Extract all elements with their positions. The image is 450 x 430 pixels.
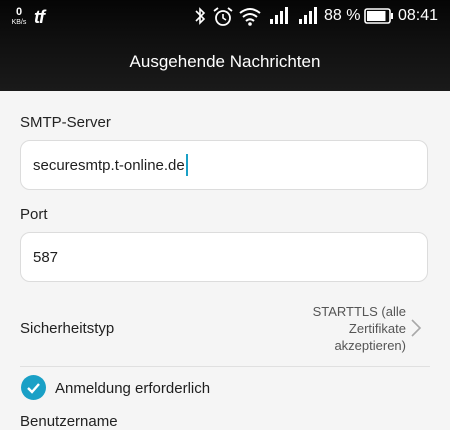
port-value: 587: [33, 249, 59, 266]
security-type-value: STARTTLS (alle Zertifikate akzeptieren): [312, 304, 406, 353]
battery-icon: [364, 8, 394, 29]
status-bar: 0 KB/s tf 88 % 08:41: [0, 0, 450, 34]
signal-icon: [268, 6, 290, 31]
clock: 08:41: [398, 7, 439, 24]
smtp-server-input[interactable]: securesmtp.t-online.de: [20, 140, 428, 190]
battery-level-fill: [367, 11, 386, 21]
chevron-right-icon: [410, 318, 422, 343]
app-logo: tf: [34, 7, 45, 27]
smtp-server-label: SMTP-Server: [20, 114, 111, 131]
network-speed: 0 KB/s: [8, 6, 30, 27]
checkbox-checked-icon[interactable]: [21, 375, 46, 400]
wifi-icon: [238, 6, 262, 31]
login-required-option[interactable]: Anmeldung erforderlich: [0, 374, 450, 402]
security-type-label: Sicherheitstyp: [20, 320, 115, 337]
login-required-label: Anmeldung erforderlich: [55, 380, 211, 397]
port-label: Port: [20, 206, 48, 223]
text-cursor: [186, 154, 188, 176]
port-input[interactable]: 587: [20, 232, 428, 282]
page-title: Ausgehende Nachrichten: [129, 52, 321, 71]
security-type-row[interactable]: Sicherheitstyp STARTTLS (alle Zertifikat…: [0, 296, 450, 362]
battery-percentage: 88 %: [324, 7, 361, 24]
bluetooth-icon: [193, 6, 207, 31]
network-speed-value: 0: [15, 6, 23, 18]
top-bar: 0 KB/s tf 88 % 08:41 Ausgehende Nachrich…: [0, 0, 450, 91]
signal-icon: [297, 6, 319, 31]
divider: [20, 366, 430, 367]
network-speed-unit: KB/s: [11, 19, 27, 26]
alarm-icon: [212, 6, 234, 33]
username-label: Benutzername: [20, 413, 118, 430]
smtp-server-value: securesmtp.t-online.de: [33, 157, 185, 174]
